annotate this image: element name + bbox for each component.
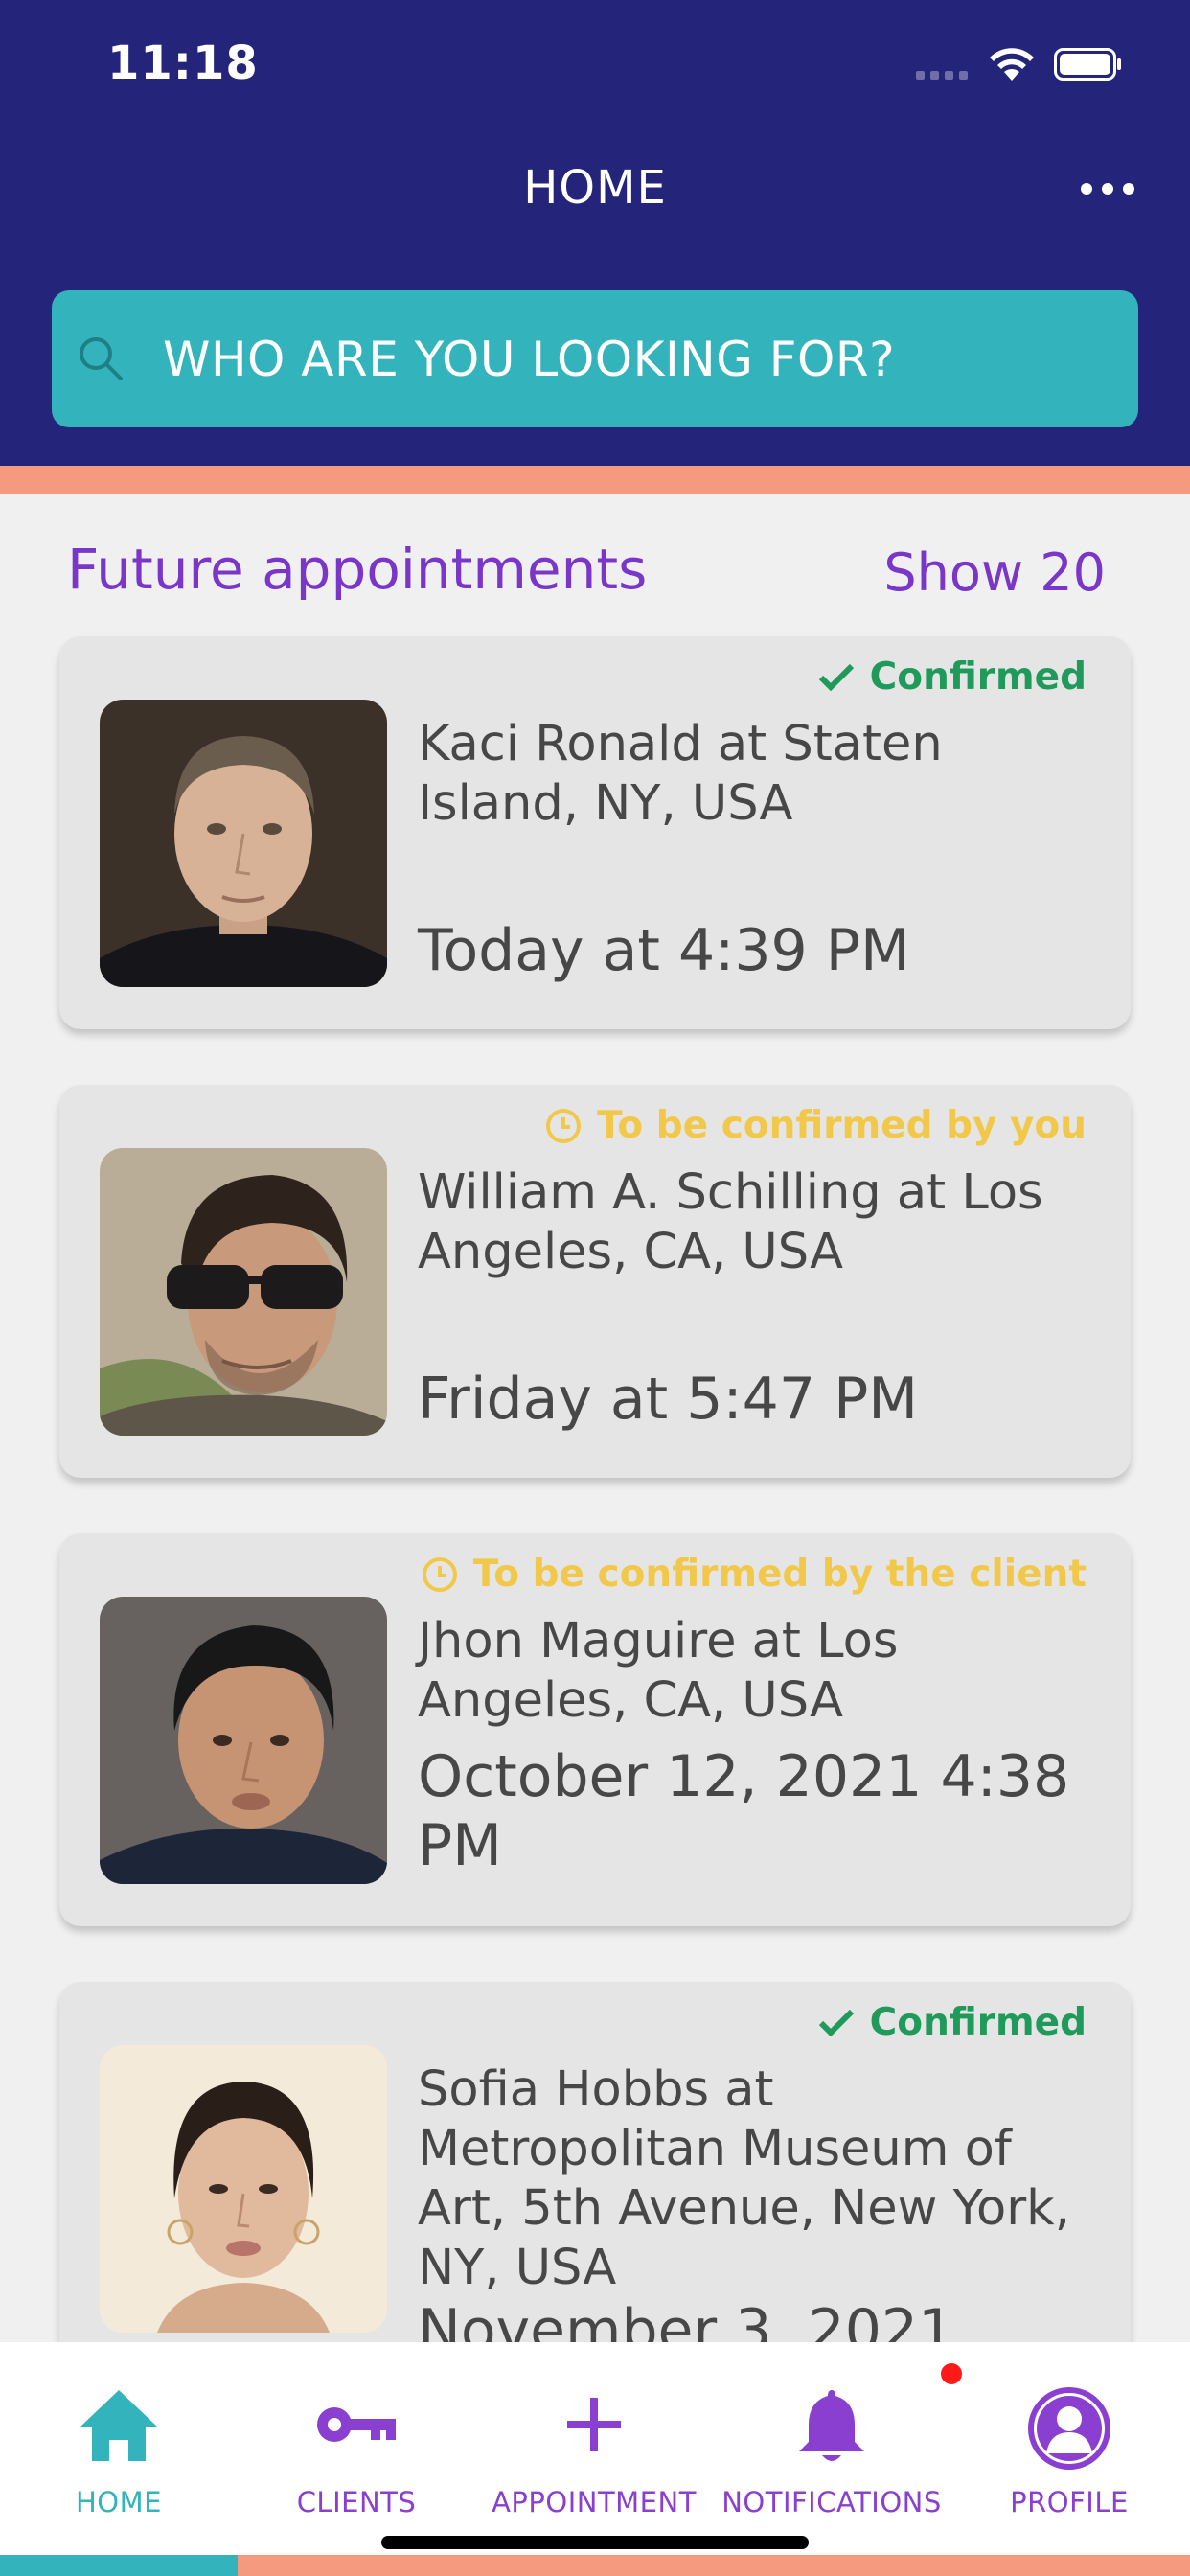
- appointment-date: October 12, 2021 4:38 PM: [418, 1743, 1070, 1879]
- status-bar: 11:18: [0, 0, 1190, 134]
- tab-appointment[interactable]: APPOINTMENT: [475, 2342, 713, 2553]
- header-divider: [0, 466, 1190, 494]
- status-label: Confirmed: [869, 2001, 1087, 2044]
- status-time: 11:18: [107, 36, 259, 90]
- appointment-card[interactable]: To be confirmed by the client Jhon Magui…: [59, 1533, 1131, 1926]
- key-icon: [317, 2407, 396, 2442]
- appointment-date: Friday at 5:47 PM: [418, 1366, 919, 1433]
- status-label: To be confirmed by you: [596, 1104, 1087, 1147]
- house-icon: [80, 2390, 157, 2461]
- plus-icon: [567, 2398, 621, 2451]
- show-more-link[interactable]: Show 20: [883, 542, 1106, 603]
- appointment-title: William A. Schilling at Los Angeles, CA,…: [418, 1164, 1043, 1280]
- more-options-icon[interactable]: [1071, 174, 1144, 203]
- checkmark-icon: [818, 663, 854, 691]
- battery-icon: [1054, 48, 1121, 80]
- bell-icon: [799, 2390, 864, 2461]
- search-input[interactable]: WHO ARE YOU LOOKING FOR?: [52, 290, 1138, 427]
- clock-icon: [545, 1108, 581, 1143]
- cellular-signal-icon: [916, 71, 970, 80]
- appointment-date: Today at 4:39 PM: [418, 917, 910, 984]
- avatar: [100, 2045, 387, 2333]
- avatar: [100, 700, 387, 987]
- page-title: HOME: [523, 161, 667, 215]
- notification-badge: [941, 2363, 962, 2384]
- appointment-card[interactable]: To be confirmed by you William A. Schill…: [59, 1085, 1131, 1478]
- clock-icon: [422, 1556, 457, 1592]
- status-badge: Confirmed: [818, 656, 1087, 699]
- section-title: Future appointments: [67, 537, 648, 602]
- avatar: [100, 1148, 387, 1436]
- avatar: [100, 1597, 387, 1884]
- search-icon: [80, 336, 123, 380]
- home-indicator[interactable]: [381, 2536, 809, 2549]
- tab-notifications[interactable]: NOTIFICATIONS: [713, 2342, 950, 2553]
- tab-home[interactable]: HOME: [0, 2342, 238, 2553]
- tab-profile[interactable]: PROFILE: [950, 2342, 1188, 2553]
- status-badge: To be confirmed by the client: [422, 1552, 1087, 1596]
- search-placeholder: WHO ARE YOU LOOKING FOR?: [163, 331, 896, 387]
- tab-label: PROFILE: [1010, 2486, 1129, 2518]
- appointment-title: Jhon Maguire at Los Angeles, CA, USA: [418, 1613, 899, 1729]
- tab-label: CLIENTS: [296, 2486, 417, 2518]
- user-circle-icon: [1028, 2387, 1110, 2470]
- status-badge: Confirmed: [818, 2001, 1087, 2044]
- app-header: 11:18 HOME WHO ARE YOU LOOKING FOR?: [0, 0, 1190, 466]
- appointment-card[interactable]: Confirmed Kaci Ronald at Staten Island, …: [59, 636, 1131, 1029]
- appointment-title: Kaci Ronald at Staten Island, NY, USA: [418, 716, 943, 832]
- tab-bar-strip: [238, 2555, 1190, 2576]
- appointment-title: Sofia Hobbs at Metropolitan Museum of Ar…: [418, 2061, 1070, 2296]
- tab-label: APPOINTMENT: [492, 2486, 697, 2518]
- tab-label: HOME: [76, 2486, 162, 2518]
- status-label: Confirmed: [869, 656, 1087, 699]
- active-tab-indicator: [0, 2555, 238, 2576]
- status-label: To be confirmed by the client: [472, 1552, 1087, 1596]
- tab-clients[interactable]: CLIENTS: [238, 2342, 475, 2553]
- checkmark-icon: [818, 2009, 854, 2036]
- tab-label: NOTIFICATIONS: [721, 2486, 942, 2518]
- wifi-icon: [990, 48, 1034, 80]
- status-badge: To be confirmed by you: [545, 1104, 1087, 1147]
